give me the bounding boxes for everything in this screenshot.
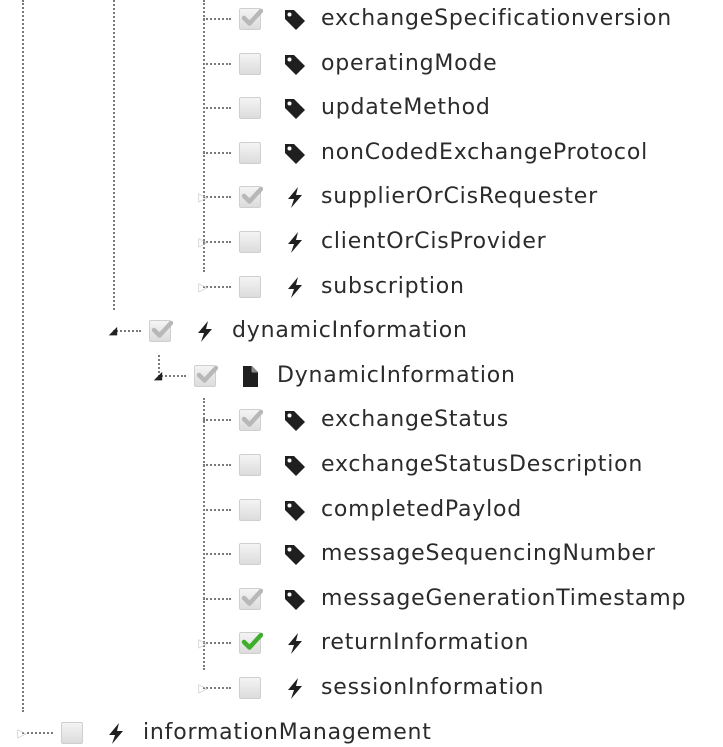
checkbox-unchecked[interactable] [61,721,83,744]
tree-connector-line [203,419,231,422]
tree-node[interactable]: operatingMode [0,44,723,84]
collapsed-toggle-icon[interactable]: ▷ [197,279,209,295]
collapsed-toggle-icon[interactable]: ▷ [197,189,209,205]
tree-node[interactable]: ◢ dynamicInformation [0,311,723,351]
bolt-icon [283,677,307,699]
tree-view: exchangeSpecificationversion operatingMod… [0,0,723,747]
tree-node[interactable]: nonCodedExchangeProtocol [0,133,723,173]
tree-node-label[interactable]: exchangeSpecificationversion [321,4,672,34]
tag-icon [283,543,307,566]
tree-connector-line [203,62,231,65]
checkbox-checked[interactable] [194,364,218,387]
tree-node[interactable]: ▷ sessionInformation [0,668,723,708]
tree-connector-line [203,553,231,556]
checkbox-checked[interactable] [239,587,263,610]
tree-node[interactable]: updateMethod [0,88,723,128]
tree-node[interactable]: ◢ DynamicInformation [0,356,723,396]
checkbox-unchecked[interactable] [239,543,261,566]
tree-node-label[interactable]: exchangeStatus [321,405,509,435]
tree-node-label[interactable]: supplierOrCisRequester [321,182,598,212]
tree-node-label[interactable]: messageGenerationTimestamp [321,584,686,614]
bolt-icon [283,276,307,298]
checkbox-unchecked[interactable] [239,275,261,298]
collapsed-toggle-icon[interactable]: ▷ [197,680,209,696]
collapsed-toggle-icon[interactable]: ▷ [197,234,209,250]
tree-node-label[interactable]: exchangeStatusDescription [321,450,643,480]
tree-node-label[interactable]: operatingMode [321,49,497,79]
tag-icon [283,409,307,432]
tree-node[interactable]: messageGenerationTimestamp [0,579,723,619]
bolt-icon [283,632,307,655]
tree-node-label[interactable]: completedPaylod [321,495,522,525]
tree-node[interactable]: ▷ informationManagement [0,713,723,747]
tree-node[interactable]: ▷ subscription [0,267,723,307]
bolt-icon [104,722,128,744]
tree-node-label[interactable]: clientOrCisProvider [321,227,547,257]
bolt-icon [283,186,307,209]
tree-connector-line [203,464,231,466]
checkbox-unchecked[interactable] [239,498,261,521]
tree-node[interactable]: messageSequencingNumber [0,534,723,574]
checkbox-checked[interactable] [149,320,173,343]
tree-node-label[interactable]: DynamicInformation [277,361,516,391]
tree-node[interactable]: exchangeSpecificationversion [0,0,723,39]
tree-node-label[interactable]: messageSequencingNumber [321,539,656,569]
tree-node-label[interactable]: sessionInformation [321,673,544,703]
checkbox-unchecked[interactable] [239,677,261,699]
tree-connector-line [203,151,231,154]
tag-icon [283,588,307,610]
checkbox-checked[interactable] [239,8,263,30]
checkbox-unchecked[interactable] [239,454,261,476]
tree-node-label[interactable]: informationManagement [143,718,432,747]
checkbox-unchecked[interactable] [239,97,261,120]
checkbox-unchecked[interactable] [239,52,261,75]
tree-node-label[interactable]: nonCodedExchangeProtocol [321,138,648,168]
tag-icon [283,499,307,521]
checkbox-checked[interactable] [239,409,263,432]
tree-node-label[interactable]: returnInformation [321,628,529,658]
tag-icon [283,8,307,30]
checkbox-checked[interactable] [239,632,263,655]
checkbox-checked[interactable] [239,186,263,209]
checkbox-unchecked[interactable] [239,141,261,164]
tree-node[interactable]: completedPaylod [0,490,723,530]
tree-node-label[interactable]: subscription [321,272,465,302]
tree-node[interactable]: exchangeStatusDescription [0,445,723,485]
bolt-icon [193,320,217,343]
tag-icon [283,454,307,476]
tree-node[interactable]: ▷ clientOrCisProvider [0,222,723,262]
tree-connector-line [203,107,231,110]
tree-node-label[interactable]: updateMethod [321,93,491,123]
collapsed-toggle-icon[interactable]: ▷ [16,725,28,741]
tree-node[interactable]: ▷ returnInformation [0,623,723,663]
tree-node-label[interactable]: dynamicInformation [232,316,468,346]
tree-node[interactable]: ▷ supplierOrCisRequester [0,177,723,217]
tag-icon [283,142,307,164]
checkbox-unchecked[interactable] [239,231,261,253]
document-icon [238,365,262,387]
tree-connector-line [203,597,231,600]
tag-icon [283,53,307,75]
expanded-toggle-icon[interactable]: ◢ [107,323,119,339]
tag-icon [283,97,307,120]
collapsed-toggle-icon[interactable]: ▷ [197,635,209,651]
expanded-toggle-icon[interactable]: ◢ [152,368,164,384]
tree-node[interactable]: exchangeStatus [0,400,723,440]
tree-connector-line [203,18,231,20]
bolt-icon [283,231,307,253]
tree-connector-line [203,508,231,511]
